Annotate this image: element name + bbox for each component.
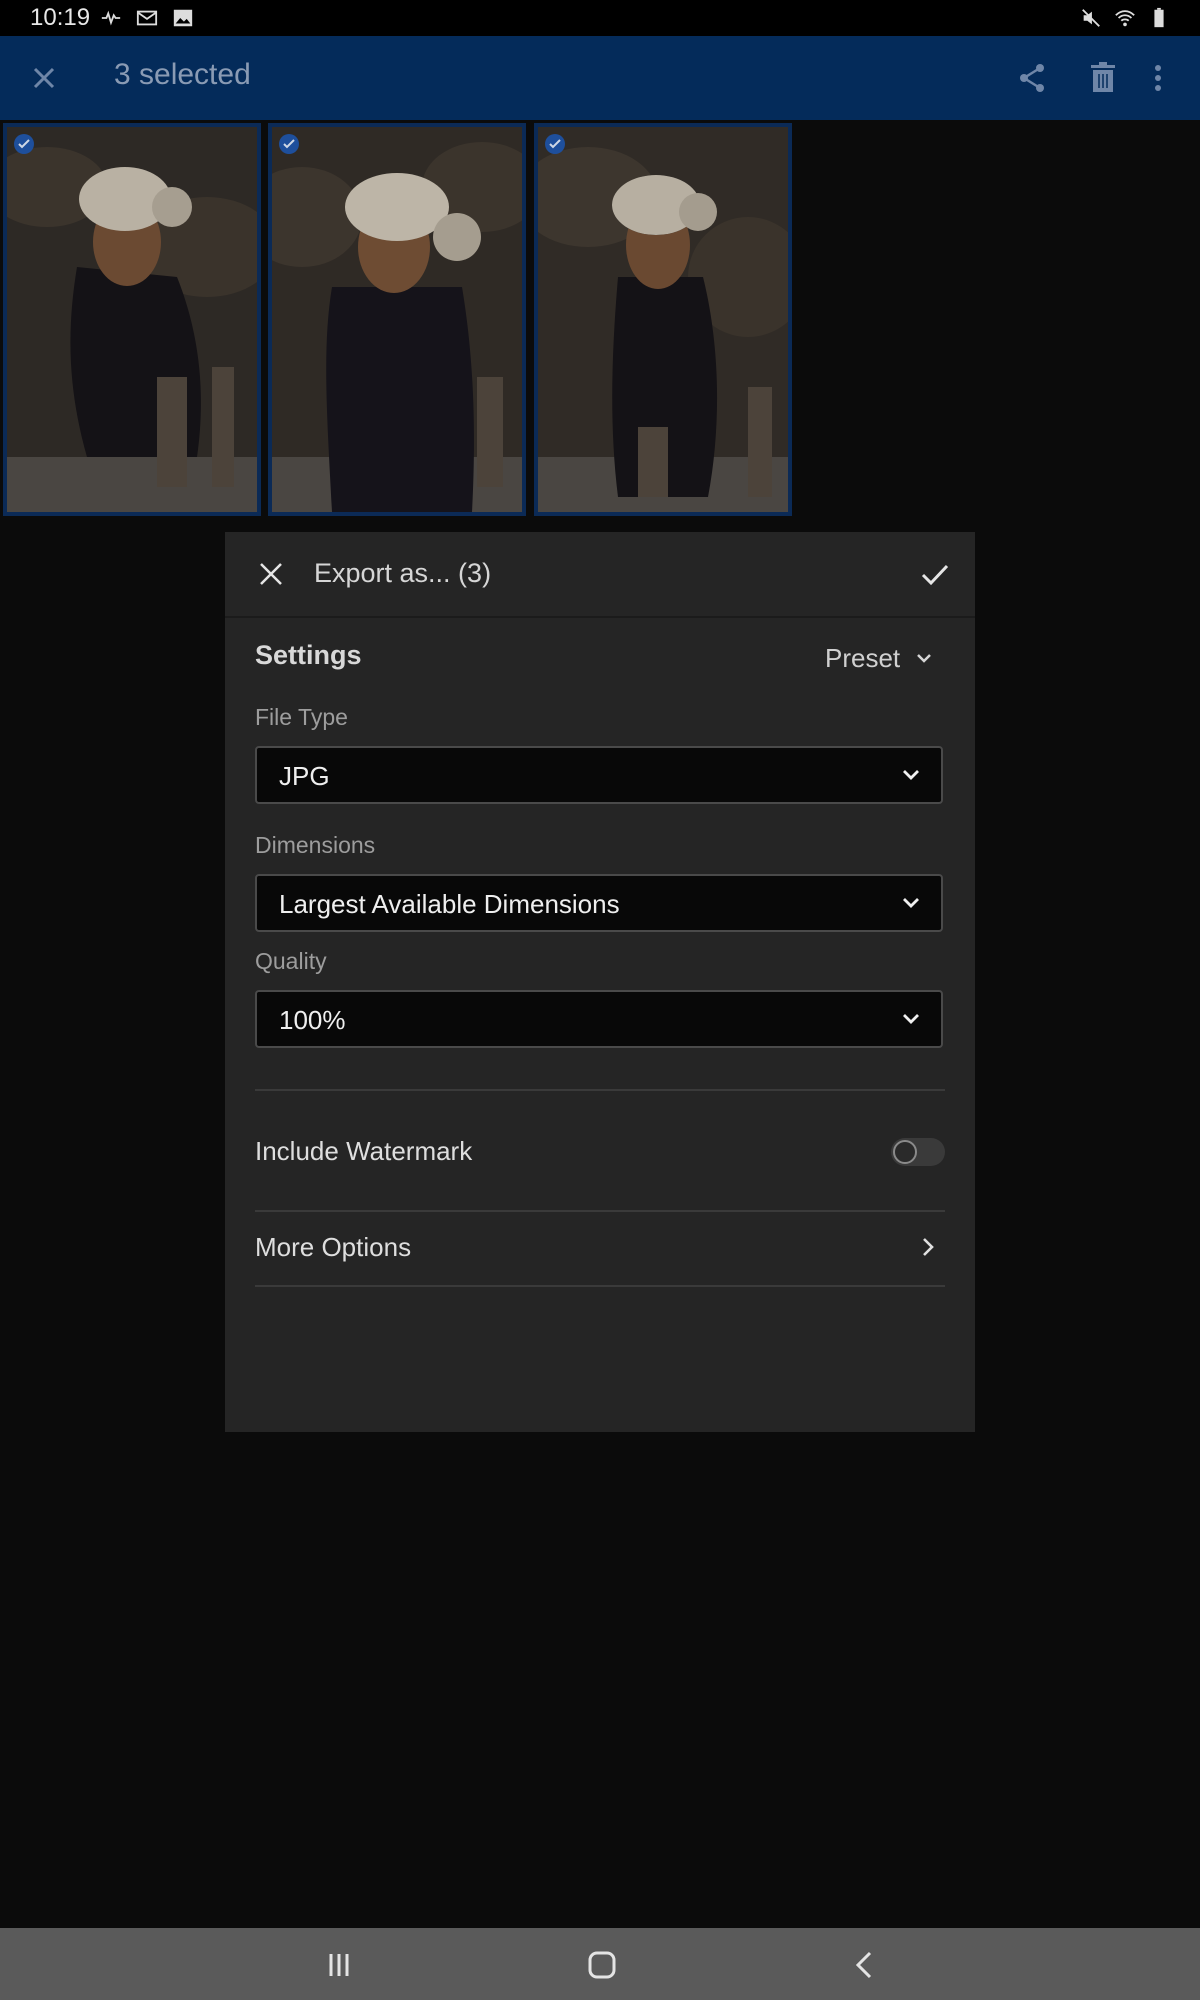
selected-check-icon bbox=[14, 134, 34, 154]
chevron-right-icon bbox=[923, 1238, 934, 1256]
dimensions-value: Largest Available Dimensions bbox=[279, 889, 620, 919]
close-icon[interactable] bbox=[22, 56, 66, 100]
system-nav-bar bbox=[0, 1928, 1200, 2000]
status-time: 10:19 bbox=[30, 4, 91, 31]
dialog-header: Export as... (3) bbox=[225, 532, 975, 618]
outlook-icon bbox=[136, 10, 158, 26]
dimensions-select[interactable]: Largest Available Dimensions bbox=[255, 874, 943, 932]
checkmark-icon[interactable] bbox=[915, 554, 955, 594]
export-dialog: Export as... (3) Settings Preset File Ty… bbox=[225, 532, 975, 1432]
selected-check-icon bbox=[545, 134, 565, 154]
divider bbox=[255, 1285, 945, 1287]
quality-value: 100% bbox=[279, 1005, 346, 1035]
photo-thumbnail-3[interactable] bbox=[534, 123, 792, 516]
status-icons-right bbox=[1080, 7, 1170, 29]
status-icons-left bbox=[100, 7, 194, 29]
activity-icon bbox=[101, 10, 121, 26]
divider bbox=[255, 1089, 945, 1091]
settings-heading: Settings bbox=[255, 640, 362, 670]
file-type-select[interactable]: JPG bbox=[255, 746, 943, 804]
dimensions-label: Dimensions bbox=[255, 832, 376, 858]
preset-label: Preset bbox=[825, 642, 901, 673]
photo-image bbox=[7, 127, 257, 512]
status-bar: 10:19 bbox=[0, 0, 1200, 36]
quality-label: Quality bbox=[255, 948, 327, 974]
preset-dropdown[interactable]: Preset bbox=[825, 638, 934, 678]
selected-check-icon bbox=[279, 134, 299, 154]
file-type-label: File Type bbox=[255, 704, 348, 730]
more-vert-icon[interactable] bbox=[1136, 56, 1180, 100]
chevron-down-icon bbox=[917, 654, 932, 663]
battery-icon bbox=[1154, 7, 1164, 28]
photo-image bbox=[272, 127, 522, 512]
include-watermark-toggle[interactable] bbox=[891, 1138, 945, 1166]
toggle-knob bbox=[893, 1140, 917, 1164]
more-options-row[interactable]: More Options bbox=[255, 1212, 945, 1282]
home-icon[interactable] bbox=[583, 1946, 621, 1984]
photo-thumbnail-1[interactable] bbox=[3, 123, 261, 516]
close-icon[interactable] bbox=[251, 554, 291, 594]
delete-icon[interactable] bbox=[1081, 56, 1125, 100]
photo-image bbox=[538, 127, 788, 512]
file-type-value: JPG bbox=[279, 761, 330, 791]
chevron-down-icon bbox=[903, 898, 919, 908]
chevron-down-icon bbox=[903, 1014, 919, 1024]
selection-header: 3 selected bbox=[0, 36, 1200, 120]
selection-count-title: 3 selected bbox=[114, 58, 251, 91]
chevron-down-icon bbox=[903, 770, 919, 780]
recents-icon[interactable] bbox=[320, 1946, 358, 1984]
share-icon[interactable] bbox=[1010, 56, 1054, 100]
dialog-title: Export as... (3) bbox=[314, 558, 492, 588]
more-options-label: More Options bbox=[255, 1232, 412, 1262]
mute-icon bbox=[1082, 9, 1100, 27]
back-icon[interactable] bbox=[846, 1946, 884, 1984]
quality-select[interactable]: 100% bbox=[255, 990, 943, 1048]
wifi-icon bbox=[1115, 10, 1135, 27]
photo-thumbnail-2[interactable] bbox=[268, 123, 526, 516]
image-icon bbox=[173, 9, 193, 27]
include-watermark-label: Include Watermark bbox=[255, 1136, 473, 1166]
